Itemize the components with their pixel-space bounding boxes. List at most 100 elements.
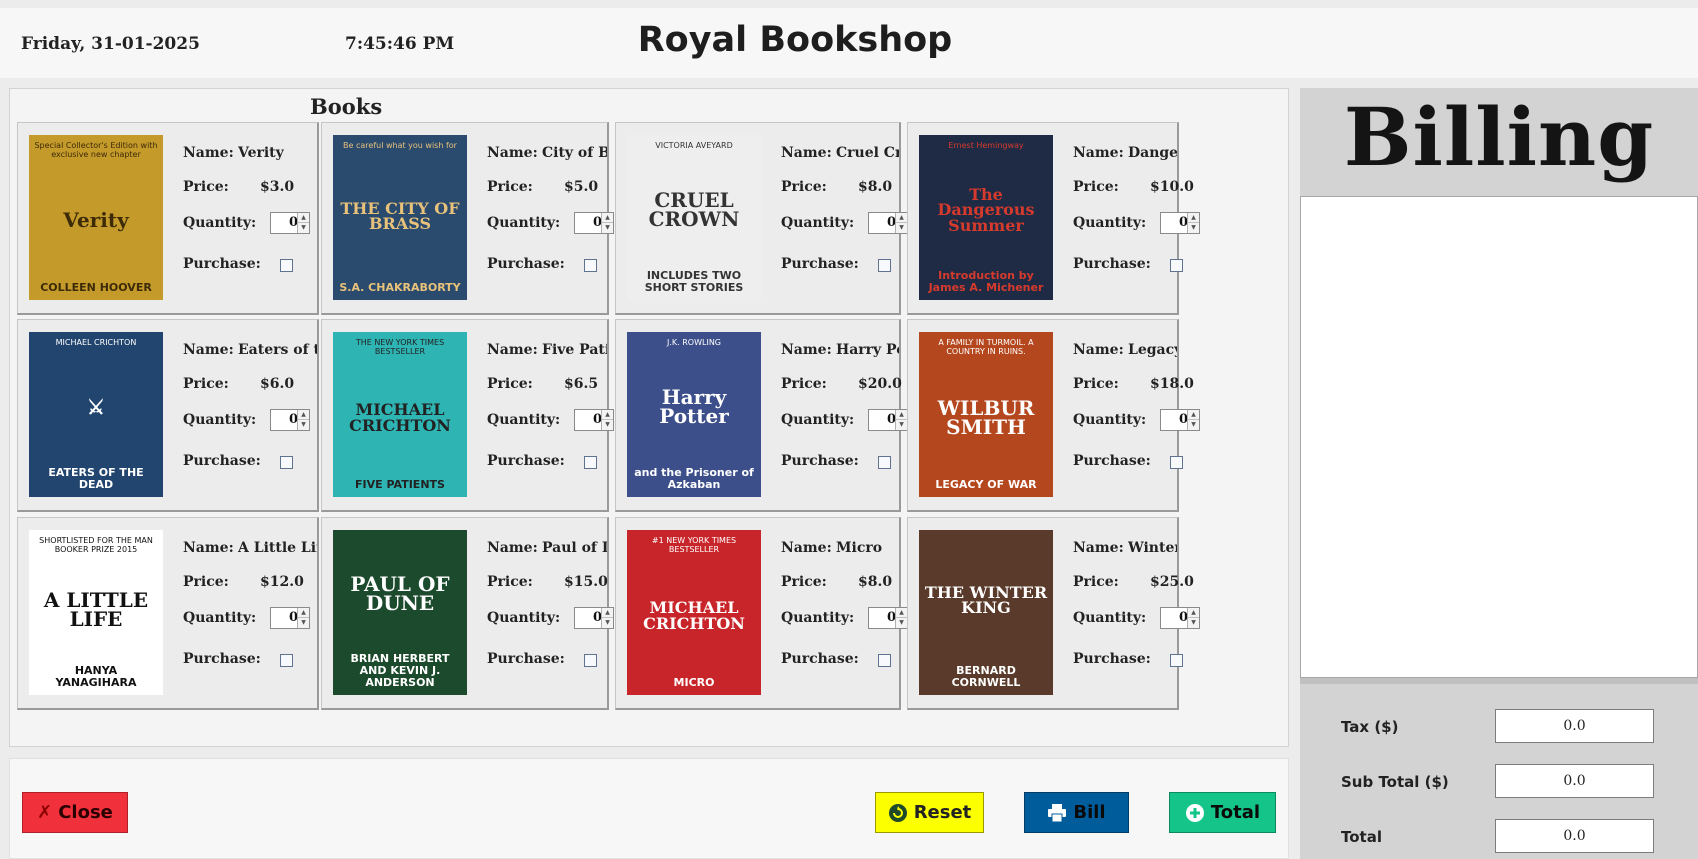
name-label: Name: — [487, 145, 538, 161]
purchase-label: Purchase: — [183, 453, 261, 469]
shop-title: Royal Bookshop — [637, 20, 953, 60]
quantity-spinner[interactable]: 0 ▲ ▼ — [1160, 607, 1200, 629]
book-cover-image: #1 NEW YORK TIMES BESTSELLER MICHAEL CRIC… — [627, 530, 761, 695]
name-label: Name: — [1073, 540, 1124, 556]
spinner-arrows[interactable]: ▲ ▼ — [297, 213, 309, 233]
close-button[interactable]: ✗ Close — [22, 792, 128, 833]
quantity-spinner[interactable]: 0 ▲ ▼ — [270, 607, 310, 629]
purchase-checkbox[interactable] — [280, 456, 293, 469]
time-label: 7:45:46 PM — [345, 34, 455, 54]
price-label: Price: — [183, 574, 229, 590]
purchase-checkbox[interactable] — [878, 654, 891, 667]
spinner-up-icon[interactable]: ▲ — [896, 410, 907, 420]
book-cover-image: J.K. ROWLING Harry Potter and the Prisoner… — [627, 332, 761, 497]
purchase-checkbox[interactable] — [878, 259, 891, 272]
spinner-arrows[interactable]: ▲ ▼ — [1187, 410, 1199, 430]
quantity-spinner[interactable]: 0 ▲ ▼ — [1160, 212, 1200, 234]
name-label: Name: — [1073, 342, 1124, 358]
quantity-spinner[interactable]: 0 ▲ ▼ — [574, 409, 614, 431]
purchase-label: Purchase: — [487, 651, 565, 667]
purchase-checkbox[interactable] — [1170, 259, 1183, 272]
book-price: $10.0 — [1150, 179, 1194, 195]
purchase-checkbox[interactable] — [1170, 456, 1183, 469]
spinner-up-icon[interactable]: ▲ — [602, 608, 613, 618]
subtotal-field[interactable]: 0.0 — [1495, 764, 1654, 798]
book-name: Five Patients — [542, 342, 607, 358]
cover-title: WILBUR SMITH — [937, 395, 1035, 439]
spinner-up-icon[interactable]: ▲ — [602, 410, 613, 420]
purchase-checkbox[interactable] — [584, 456, 597, 469]
spinner-down-icon[interactable]: ▼ — [602, 420, 613, 430]
spinner-down-icon[interactable]: ▼ — [1188, 420, 1199, 430]
bill-button[interactable]: Bill — [1024, 792, 1129, 833]
billing-totals-panel: Tax ($) 0.0 Sub Total ($) 0.0 Total 0.0 — [1300, 678, 1698, 859]
book-card: Ernest Hemingway The Dangerous Summer Intr… — [907, 122, 1200, 315]
reset-button[interactable]: Reset — [875, 792, 984, 833]
spinner-arrows[interactable]: ▲ ▼ — [1187, 213, 1199, 233]
spinner-arrows[interactable]: ▲ ▼ — [297, 410, 309, 430]
spinner-down-icon[interactable]: ▼ — [896, 223, 907, 233]
tax-field[interactable]: 0.0 — [1495, 709, 1654, 743]
spinner-down-icon[interactable]: ▼ — [298, 420, 309, 430]
spinner-arrows[interactable]: ▲ ▼ — [601, 213, 613, 233]
spinner-down-icon[interactable]: ▼ — [298, 618, 309, 628]
total-field[interactable]: 0.0 — [1495, 819, 1654, 853]
purchase-checkbox[interactable] — [878, 456, 891, 469]
total-button[interactable]: Total — [1169, 792, 1276, 833]
purchase-checkbox[interactable] — [584, 654, 597, 667]
bill-button-label: Bill — [1073, 802, 1106, 823]
quantity-label: Quantity: — [781, 610, 855, 626]
quantity-label: Quantity: — [487, 412, 561, 428]
spinner-arrows[interactable]: ▲ ▼ — [1187, 608, 1199, 628]
spinner-down-icon[interactable]: ▼ — [1188, 223, 1199, 233]
price-label: Price: — [1073, 574, 1119, 590]
spinner-arrows[interactable]: ▲ ▼ — [895, 410, 907, 430]
purchase-checkbox[interactable] — [280, 259, 293, 272]
cover-title: ⚔ — [87, 394, 105, 419]
price-label: Price: — [183, 179, 229, 195]
spinner-arrows[interactable]: ▲ ▼ — [895, 608, 907, 628]
purchase-checkbox[interactable] — [1170, 654, 1183, 667]
spinner-up-icon[interactable]: ▲ — [1188, 608, 1199, 618]
book-name: Harry Potter — [836, 342, 899, 358]
spinner-down-icon[interactable]: ▼ — [602, 618, 613, 628]
spinner-up-icon[interactable]: ▲ — [602, 213, 613, 223]
spinner-up-icon[interactable]: ▲ — [298, 608, 309, 618]
purchase-checkbox[interactable] — [584, 259, 597, 272]
spinner-arrows[interactable]: ▲ ▼ — [297, 608, 309, 628]
purchase-label: Purchase: — [183, 256, 261, 272]
cover-tagline: MICHAEL CRICHTON — [55, 338, 137, 347]
spinner-up-icon[interactable]: ▲ — [896, 608, 907, 618]
quantity-spinner[interactable]: 0 ▲ ▼ — [574, 607, 614, 629]
bill-text-area[interactable] — [1300, 196, 1698, 678]
spinner-arrows[interactable]: ▲ ▼ — [601, 608, 613, 628]
quantity-spinner[interactable]: 0 ▲ ▼ — [270, 212, 310, 234]
quantity-spinner[interactable]: 0 ▲ ▼ — [270, 409, 310, 431]
spinner-down-icon[interactable]: ▼ — [896, 618, 907, 628]
spinner-arrows[interactable]: ▲ ▼ — [601, 410, 613, 430]
spinner-up-icon[interactable]: ▲ — [1188, 213, 1199, 223]
spinner-down-icon[interactable]: ▼ — [1188, 618, 1199, 628]
purchase-label: Purchase: — [1073, 651, 1151, 667]
purchase-checkbox[interactable] — [280, 654, 293, 667]
spinner-up-icon[interactable]: ▲ — [298, 213, 309, 223]
quantity-spinner[interactable]: 0 ▲ ▼ — [868, 607, 908, 629]
spinner-arrows[interactable]: ▲ ▼ — [895, 213, 907, 233]
quantity-spinner[interactable]: 0 ▲ ▼ — [868, 409, 908, 431]
spinner-down-icon[interactable]: ▼ — [896, 420, 907, 430]
quantity-spinner[interactable]: 0 ▲ ▼ — [868, 212, 908, 234]
quantity-spinner[interactable]: 0 ▲ ▼ — [574, 212, 614, 234]
billing-header: Billing — [1300, 88, 1698, 196]
spinner-up-icon[interactable]: ▲ — [298, 410, 309, 420]
spinner-up-icon[interactable]: ▲ — [896, 213, 907, 223]
quantity-value: 0 — [1178, 610, 1188, 625]
book-card: J.K. ROWLING Harry Potter and the Prisoner… — [615, 319, 908, 512]
quantity-spinner[interactable]: 0 ▲ ▼ — [1160, 409, 1200, 431]
book-price: $15.0 — [564, 574, 608, 590]
book-name: A Little Life — [238, 540, 317, 556]
spinner-down-icon[interactable]: ▼ — [602, 223, 613, 233]
book-cover-image: Special Collector's Edition with exclusi… — [29, 135, 163, 300]
spinner-down-icon[interactable]: ▼ — [298, 223, 309, 233]
book-price: $12.0 — [260, 574, 304, 590]
spinner-up-icon[interactable]: ▲ — [1188, 410, 1199, 420]
